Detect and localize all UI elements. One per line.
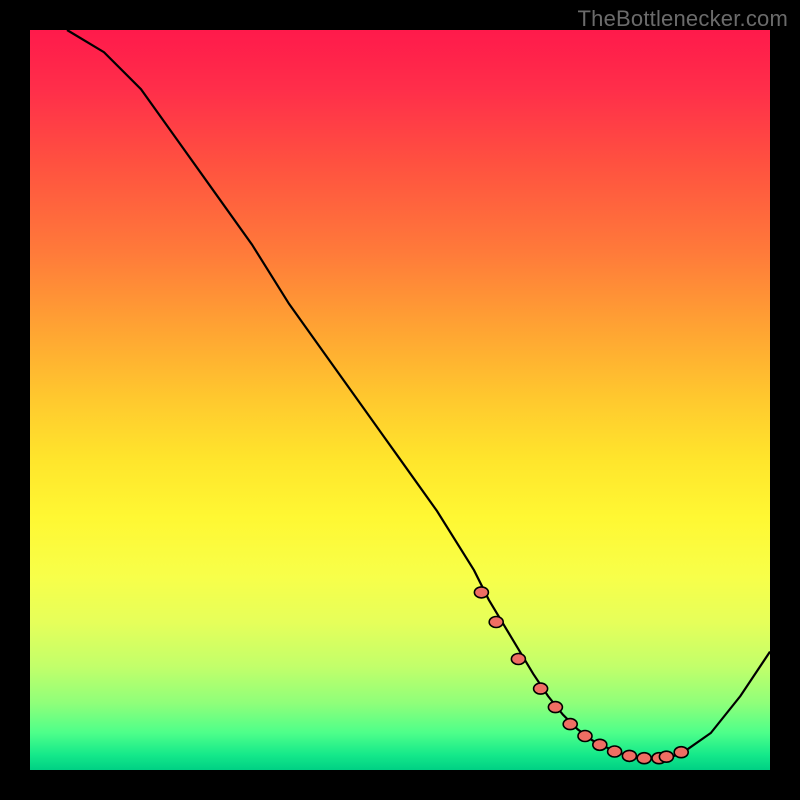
optimum-marker [534, 683, 548, 694]
watermark-text: TheBottlenecker.com [578, 6, 788, 32]
optimum-marker [489, 617, 503, 628]
optimum-marker [563, 719, 577, 730]
optimum-marker [548, 702, 562, 713]
optimum-marker [659, 751, 673, 762]
optimum-marker [511, 654, 525, 665]
plot-area [30, 30, 770, 770]
optimum-marker [608, 746, 622, 757]
optimum-marker [474, 587, 488, 598]
optimum-markers [474, 587, 688, 764]
chart-svg [30, 30, 770, 770]
optimum-marker [622, 750, 636, 761]
optimum-marker [674, 747, 688, 758]
chart-frame: TheBottlenecker.com [0, 0, 800, 800]
optimum-marker [593, 739, 607, 750]
optimum-marker [578, 731, 592, 742]
optimum-marker [637, 753, 651, 764]
bottleneck-curve [67, 30, 770, 759]
